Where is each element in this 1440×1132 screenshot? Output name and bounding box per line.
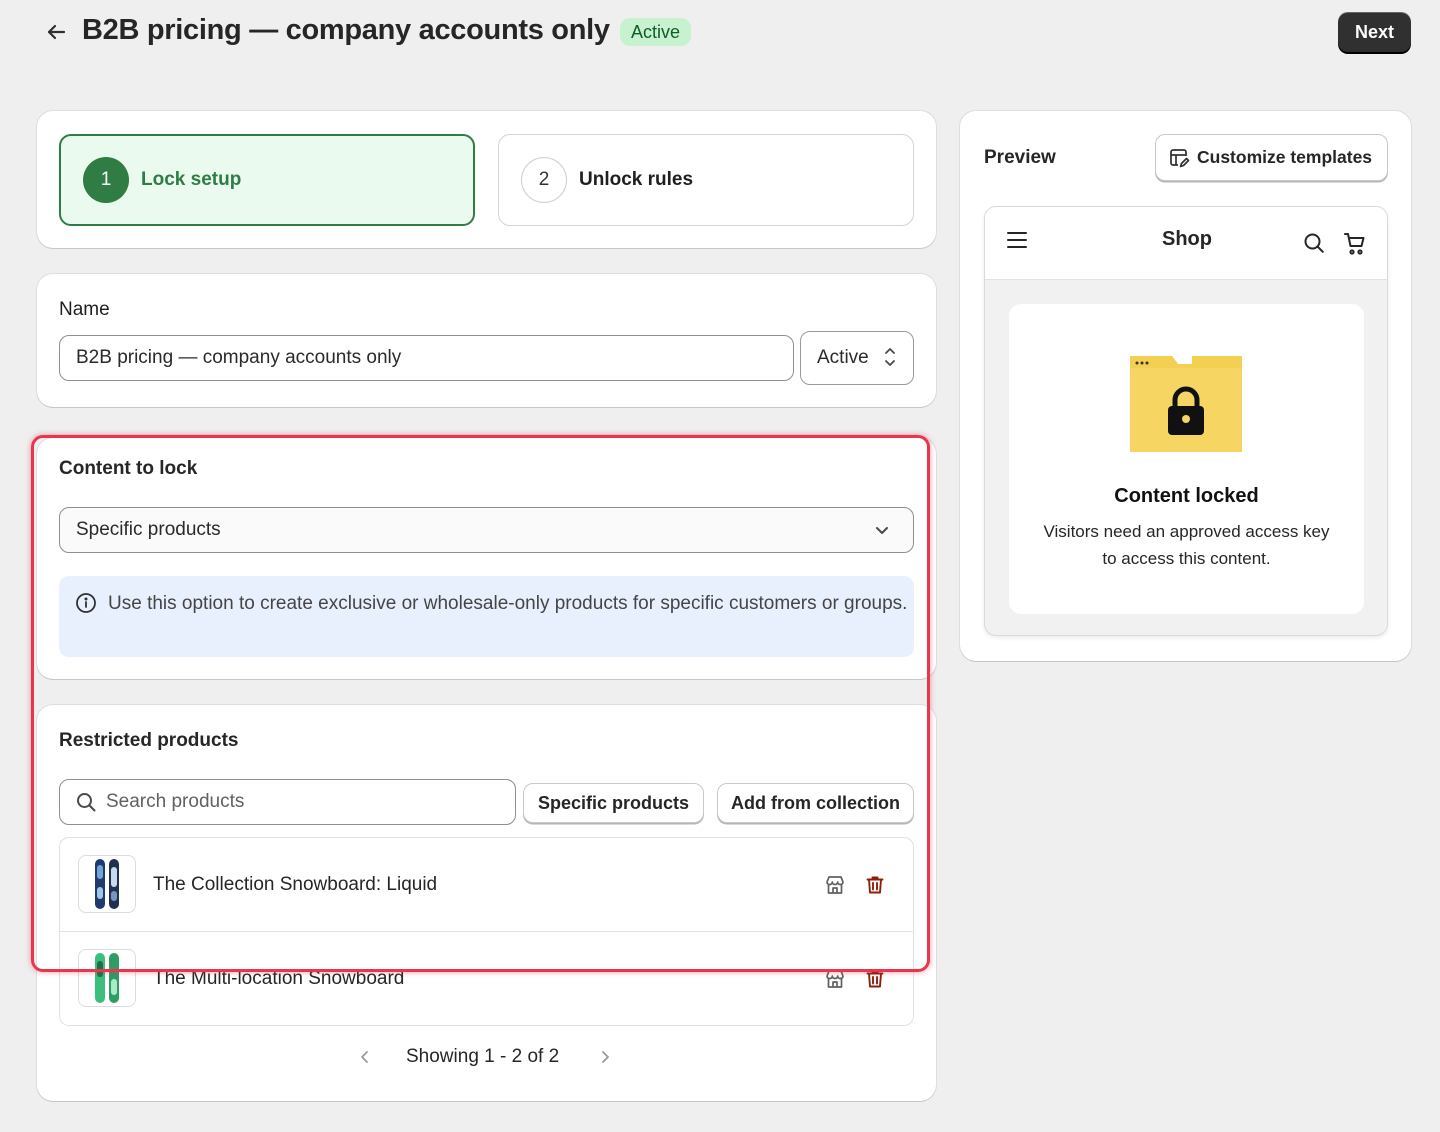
product-thumbnail <box>78 855 136 913</box>
next-button[interactable]: Next <box>1338 12 1411 52</box>
status-select[interactable]: Active <box>800 331 914 385</box>
delete-button[interactable] <box>862 966 888 992</box>
product-name: The Collection Snowboard: Liquid <box>153 873 438 895</box>
trash-icon <box>866 970 884 988</box>
name-label: Name <box>59 299 110 320</box>
page-header: B2B pricing — company accounts only Acti… <box>0 0 1440 70</box>
status-badge: Active <box>620 18 692 46</box>
step-label: Lock setup <box>141 169 242 190</box>
name-card: Name B2B pricing — company accounts only… <box>37 274 936 407</box>
store-button[interactable] <box>822 966 848 992</box>
chevron-left-icon[interactable] <box>355 1047 375 1067</box>
product-row[interactable]: The Collection Snowboard: Liquid <box>60 838 913 932</box>
delete-button[interactable] <box>862 872 888 898</box>
restricted-products-card: Restricted products Search products Spec… <box>37 705 936 1101</box>
store-icon <box>826 876 844 894</box>
step-number: 2 <box>521 157 567 203</box>
preview-label: Preview <box>984 147 1056 168</box>
steps-card: 1 Lock setup 2 Unlock rules <box>37 111 936 248</box>
locked-title: Content locked <box>1114 485 1259 507</box>
template-edit-icon <box>1170 148 1190 167</box>
content-type-value: Specific products <box>76 519 221 540</box>
info-text: Use this option to create exclusive or w… <box>108 593 908 614</box>
arrow-left-icon <box>47 24 66 40</box>
store-icon <box>826 970 844 988</box>
locked-description: Visitors need an approved access key to … <box>1043 522 1330 568</box>
pagination: Showing 1 - 2 of 2 <box>37 1043 936 1073</box>
pagination-text: Showing 1 - 2 of 2 <box>406 1046 560 1067</box>
step-label: Unlock rules <box>579 169 694 190</box>
shop-title: Shop <box>1162 228 1212 250</box>
trash-icon <box>866 876 884 894</box>
status-select-value: Active <box>817 347 869 368</box>
snowboard-liquid-icon <box>95 859 119 909</box>
locked-folder-icon <box>1130 356 1242 452</box>
search-products-input[interactable]: Search products <box>59 779 516 825</box>
chevron-up-down-icon <box>885 348 895 366</box>
cart-icon[interactable] <box>1344 232 1366 256</box>
info-icon <box>76 593 96 613</box>
add-from-collection-button[interactable]: Add from collection <box>717 783 914 823</box>
chevron-right-icon[interactable] <box>595 1047 615 1067</box>
content-to-lock-card: Content to lock Specific products Use th… <box>37 438 936 679</box>
step-number: 1 <box>83 157 129 203</box>
search-icon <box>77 793 96 812</box>
locked-message-box: Content locked Visitors need an approved… <box>1009 304 1364 614</box>
search-placeholder: Search products <box>106 791 245 812</box>
product-row[interactable]: The Multi-location Snowboard <box>60 932 913 1025</box>
product-name: The Multi-location Snowboard <box>153 968 405 989</box>
step-lock-setup[interactable]: 1 Lock setup <box>59 134 475 226</box>
store-button[interactable] <box>822 872 848 898</box>
info-banner: Use this option to create exclusive or w… <box>59 576 914 657</box>
product-list: The Collection Snowboard: Liquid The Mul… <box>59 837 914 1026</box>
product-thumbnail <box>78 949 136 1007</box>
specific-products-button[interactable]: Specific products <box>523 783 704 823</box>
page-title: B2B pricing — company accounts only <box>82 14 610 46</box>
restricted-products-title: Restricted products <box>59 730 239 751</box>
name-input[interactable]: B2B pricing — company accounts only <box>59 335 794 381</box>
preview-card: Preview Customize templates Shop Content… <box>960 111 1411 661</box>
storefront-preview: Shop Content locked Visitors need an app… <box>984 206 1388 636</box>
content-to-lock-title: Content to lock <box>59 458 198 479</box>
search-icon[interactable] <box>1303 232 1325 254</box>
step-unlock-rules[interactable]: 2 Unlock rules <box>498 134 914 226</box>
content-type-select[interactable]: Specific products <box>59 507 914 553</box>
storefront-header: Shop <box>985 207 1387 280</box>
snowboard-multilocation-icon <box>95 953 119 1003</box>
customize-templates-label: Customize templates <box>1197 147 1373 167</box>
back-button[interactable] <box>40 16 72 48</box>
customize-templates-button[interactable]: Customize templates <box>1155 134 1388 181</box>
chevron-down-icon <box>876 527 888 534</box>
